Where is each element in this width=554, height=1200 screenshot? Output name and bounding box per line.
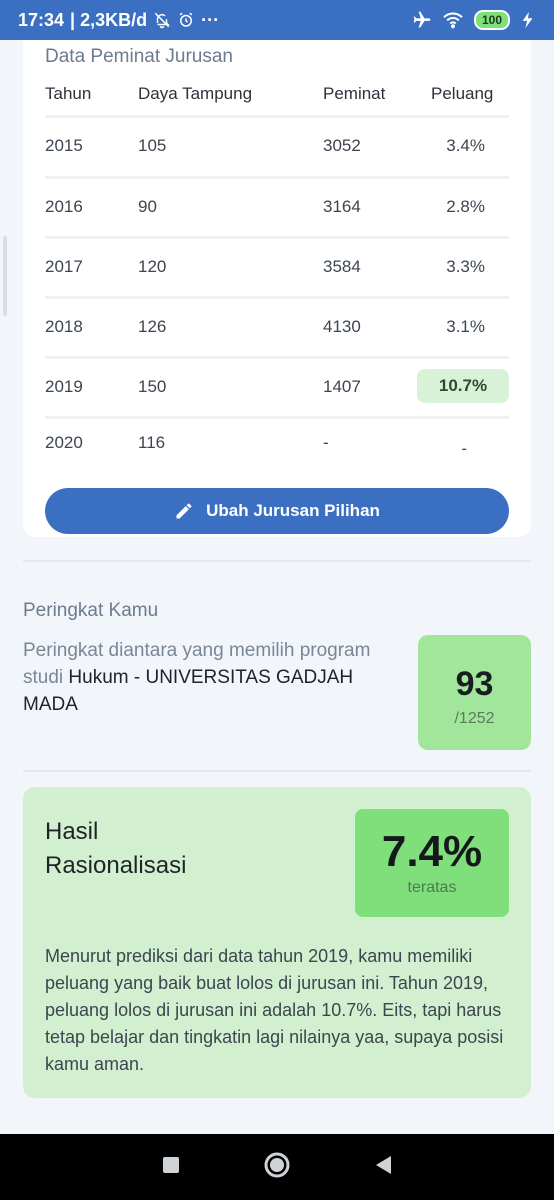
table-row: 2017 120 3584 3.3% xyxy=(45,236,509,296)
cell-tahun: 2020 xyxy=(45,433,83,452)
alarm-icon xyxy=(177,11,195,29)
status-network-speed: | 2,3KB/d xyxy=(70,9,148,30)
status-more-icon: ··· xyxy=(201,9,220,30)
header-tahun: Tahun xyxy=(45,84,92,103)
status-bar: 17:34 | 2,3KB/d ··· 100 xyxy=(0,0,554,40)
rank-total: /1252 xyxy=(454,710,495,727)
highlight-peluang-badge: 10.7% xyxy=(417,369,509,403)
cell-daya: 105 xyxy=(138,136,167,155)
ubah-jurusan-button[interactable]: Ubah Jurusan Pilihan xyxy=(45,488,509,534)
cell-tahun: 2016 xyxy=(45,197,83,216)
cell-daya: 90 xyxy=(138,197,157,216)
charging-icon xyxy=(520,11,536,29)
cell-tahun: 2019 xyxy=(45,377,83,396)
recents-button[interactable] xyxy=(161,1155,181,1180)
ubah-jurusan-label: Ubah Jurusan Pilihan xyxy=(206,501,380,520)
table-row: 2015 105 3052 3.4% xyxy=(45,115,509,175)
header-daya-tampung: Daya Tampung xyxy=(138,84,253,103)
hasil-title: Hasil Rasionalisasi xyxy=(45,818,187,879)
section-divider xyxy=(23,560,531,562)
square-icon xyxy=(163,1156,179,1173)
wifi-icon xyxy=(442,11,464,29)
airplane-icon xyxy=(412,10,432,30)
cell-peminat: 3164 xyxy=(323,197,361,216)
header-peminat: Peminat xyxy=(323,84,386,103)
home-button[interactable] xyxy=(263,1151,291,1184)
section-divider xyxy=(23,770,531,772)
hasil-card: Hasil Rasionalisasi 7.4% teratas Menurut… xyxy=(23,787,531,1098)
cell-peluang: 3.3% xyxy=(446,257,485,276)
cell-peluang: 3.4% xyxy=(446,136,485,155)
cell-daya: 126 xyxy=(138,317,167,336)
percent-value: 7.4% xyxy=(381,827,483,876)
cell-peminat: 3584 xyxy=(323,257,361,276)
cell-peminat: 4130 xyxy=(323,317,361,336)
table-header: Tahun Daya Tampung Peminat Peluang xyxy=(45,84,509,112)
percent-label: teratas xyxy=(407,879,457,896)
cell-tahun: 2015 xyxy=(45,136,83,155)
table-row: 2018 126 4130 3.1% xyxy=(45,296,509,356)
cell-tahun: 2018 xyxy=(45,317,83,336)
bell-off-icon xyxy=(153,11,171,29)
back-triangle-icon xyxy=(376,1155,391,1174)
cell-peminat: - xyxy=(323,433,329,452)
battery-icon: 100 xyxy=(474,10,510,30)
pencil-icon xyxy=(176,503,192,519)
peringkat-program: Hukum - UNIVERSITAS GADJAH MADA xyxy=(23,667,354,715)
back-button[interactable] xyxy=(373,1154,393,1181)
rank-number: 93 xyxy=(455,665,494,703)
peminat-title: Data Peminat Jurusan xyxy=(45,46,233,67)
navigation-bar xyxy=(0,1134,554,1200)
header-peluang: Peluang xyxy=(431,84,494,103)
scroll-indicator xyxy=(3,236,7,316)
cell-tahun: 2017 xyxy=(45,257,83,276)
cell-peluang: 3.1% xyxy=(446,317,485,336)
peminat-card: Data Peminat Jurusan Tahun Daya Tampung … xyxy=(23,40,531,537)
table-row: 2019 150 1407 10.7% xyxy=(45,356,509,416)
cell-peluang: - xyxy=(461,439,467,458)
peringkat-description: Peringkat diantara yang memilih program … xyxy=(23,637,403,718)
percent-box: 7.4% teratas xyxy=(355,809,509,917)
cell-peluang: 2.8% xyxy=(446,197,485,216)
cell-daya: 116 xyxy=(138,433,166,452)
cell-daya: 150 xyxy=(138,377,167,396)
cell-peminat: 1407 xyxy=(323,377,361,396)
status-time: 17:34 xyxy=(18,9,65,30)
rank-box: 93 /1252 xyxy=(418,635,531,750)
hasil-description: Menurut prediksi dari data tahun 2019, k… xyxy=(45,946,504,1074)
table-row: 2020 116 - - xyxy=(45,416,509,476)
circle-icon xyxy=(264,1152,290,1177)
table-row: 2016 90 3164 2.8% xyxy=(45,176,509,236)
peringkat-title: Peringkat Kamu xyxy=(23,600,159,621)
cell-peminat: 3052 xyxy=(323,136,361,155)
cell-daya: 120 xyxy=(138,257,167,276)
